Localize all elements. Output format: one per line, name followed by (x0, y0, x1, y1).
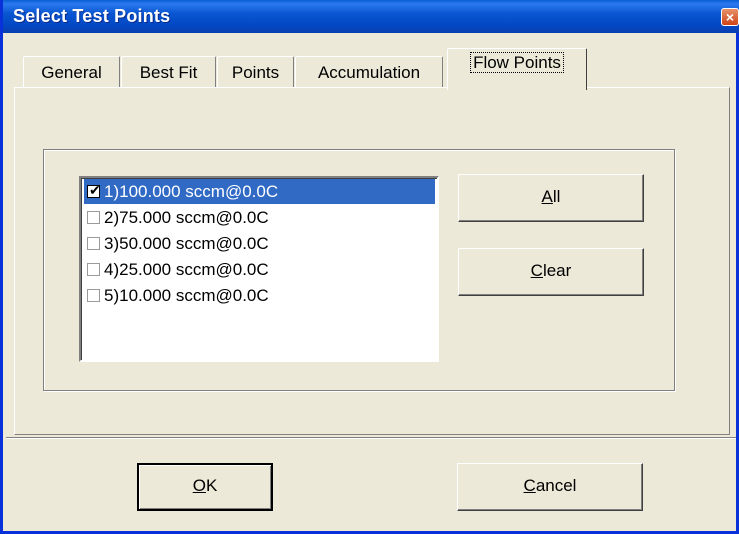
checkbox[interactable] (87, 263, 100, 276)
tab-label: Best Fit (139, 63, 198, 82)
tab-label: General (41, 63, 102, 82)
mnemonic: A (541, 187, 553, 206)
list-item[interactable]: 5)10.000 sccm@0.0C (84, 283, 435, 308)
all-button[interactable]: All (458, 174, 644, 222)
mnemonic: C (523, 476, 536, 495)
clear-button[interactable]: Clear (458, 248, 644, 296)
flow-points-panel: ✔ 1)100.000 sccm@0.0C 2)75.000 sccm@0.0C… (14, 87, 730, 435)
mnemonic: O (192, 476, 206, 495)
flow-points-checklist[interactable]: ✔ 1)100.000 sccm@0.0C 2)75.000 sccm@0.0C… (79, 176, 439, 362)
divider (6, 437, 736, 439)
tab-best-fit[interactable]: Best Fit (121, 56, 216, 88)
list-item[interactable]: 2)75.000 sccm@0.0C (84, 205, 435, 230)
list-item-label: 3)50.000 sccm@0.0C (104, 233, 269, 253)
list-item-label: 2)75.000 sccm@0.0C (104, 207, 269, 227)
checkbox[interactable] (87, 289, 100, 302)
button-label: ll (552, 187, 561, 206)
tab-label: Accumulation (317, 63, 421, 82)
ok-button[interactable]: OK (137, 463, 273, 511)
list-item[interactable]: 4)25.000 sccm@0.0C (84, 257, 435, 282)
checkbox[interactable] (87, 237, 100, 250)
checkmark-icon: ✔ (89, 182, 101, 198)
button-label: lear (542, 261, 572, 280)
select-test-points-dialog: Select Test Points × General Best Fit Po… (0, 0, 739, 534)
cancel-button[interactable]: Cancel (457, 463, 643, 511)
button-label: K (205, 476, 218, 495)
list-item[interactable]: ✔ 1)100.000 sccm@0.0C (84, 179, 435, 204)
close-icon[interactable]: × (721, 8, 739, 26)
checkbox[interactable]: ✔ (87, 182, 101, 198)
list-item[interactable]: 3)50.000 sccm@0.0C (84, 231, 435, 256)
dialog-title: Select Test Points (13, 6, 171, 26)
tab-general[interactable]: General (23, 56, 120, 88)
tab-accumulation[interactable]: Accumulation (295, 56, 443, 88)
title-bar[interactable]: Select Test Points × (3, 0, 739, 33)
tab-label: Flow Points (470, 52, 564, 73)
tab-points[interactable]: Points (217, 56, 294, 88)
flow-points-group: ✔ 1)100.000 sccm@0.0C 2)75.000 sccm@0.0C… (43, 149, 675, 391)
checkbox[interactable] (87, 211, 100, 224)
list-item-label: 4)25.000 sccm@0.0C (104, 259, 269, 279)
list-item-label: 5)10.000 sccm@0.0C (104, 285, 269, 305)
button-label: ancel (535, 476, 577, 495)
tab-flow-points[interactable]: Flow Points (447, 48, 587, 90)
list-item-label: 1)100.000 sccm@0.0C (104, 181, 279, 201)
mnemonic: C (530, 261, 543, 280)
tab-label: Points (231, 63, 280, 82)
